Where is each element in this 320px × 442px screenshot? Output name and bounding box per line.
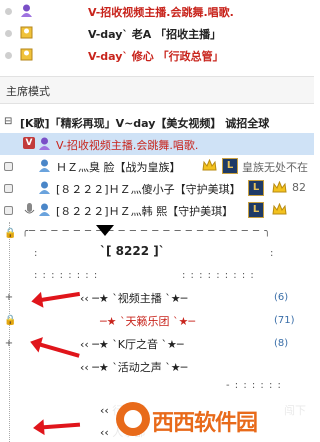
lock-icon <box>4 184 13 193</box>
status-dot-icon <box>5 8 12 15</box>
channel-name: [K歌]「精彩再现」V~day【美女视频】 诚招全球 <box>20 117 270 130</box>
user-avatar-icon <box>39 203 50 216</box>
collapse-icon[interactable]: ⊟ <box>4 116 12 127</box>
top-user-list: V-招收视频主播.会跳舞.唱歌. V-day` 老A 「招收主播」 V-day`… <box>0 0 314 76</box>
channel-row[interactable]: ⊟ [K歌]「精彩再现」V~day【美女视频】 诚招全球 <box>0 111 314 133</box>
tree-guide-line <box>9 222 10 442</box>
top-list-item[interactable]: V-day` 修心 「行政总管」 <box>0 46 314 65</box>
tree-dotted-rule: : : : : : : : : <box>34 270 99 281</box>
status-dot-icon <box>5 30 12 37</box>
top-list-name: V-day` 老A 「招收主播」 <box>88 28 222 41</box>
lol-game-icon: L <box>248 202 264 218</box>
tree-dotted-rule: - : : : : : : <box>226 380 282 391</box>
crown-icon <box>202 159 217 171</box>
top-list-name: V-day` 修心 「行政总管」 <box>88 50 224 63</box>
vip-badge-icon: V <box>23 137 35 149</box>
lol-game-icon: L <box>248 180 264 196</box>
member-tail-text: 皇族无处不在 <box>242 161 308 174</box>
top-list-name: V-招收视频主播.会跳舞.唱歌. <box>88 6 234 19</box>
tree-frame-side: : <box>270 248 275 259</box>
mode-label: 主席模式 <box>6 85 50 98</box>
dropdown-arrow-icon[interactable] <box>96 225 114 236</box>
tree-node[interactable]: ‹‹ ─★ `K厅之音 `★─ <box>80 336 183 352</box>
member-name: V-招收视频主播.会跳舞.唱歌. <box>56 139 199 152</box>
purple-avatar-icon <box>21 4 32 17</box>
watermark-overlay: 西西软件园 <box>112 400 314 442</box>
tree-node-count: (8) <box>274 338 289 349</box>
tree-node[interactable]: ‹‹ ─★ `视频主播 `★─ <box>80 290 187 306</box>
tree-node-count: (71) <box>274 315 295 326</box>
tree-header-title: `[ 8222 ]` <box>100 244 165 258</box>
gold-avatar-icon <box>20 26 33 39</box>
status-dot-icon <box>5 52 12 59</box>
lol-game-icon: L <box>222 158 238 174</box>
top-list-item[interactable]: V-招收视频主播.会跳舞.唱歌. <box>0 2 314 21</box>
watermark-text: 西西软件园 <box>152 411 258 436</box>
tree-frame-top: ╭─ ─ ─ ─ ─ ─ ─ ─ ─ ─ ─ ─ ─ ─ ─ ─ ─ ─ ─ ─… <box>22 226 272 237</box>
tree-frame-side: : <box>34 248 39 259</box>
tree-node[interactable]: ‹‹ ─★ `活动之声 `★─ <box>80 359 187 375</box>
lock-icon <box>4 162 13 171</box>
tree-node[interactable]: ─★ `天籁乐团 `★─ <box>100 313 195 329</box>
member-name: [８２２２]ＨＺ灬傻小子【守护美琪】 <box>56 183 241 196</box>
watermark-logo-icon <box>116 402 150 436</box>
tree-node-count: (6) <box>274 292 289 303</box>
member-row[interactable]: ＨＺ灬臭 脸【战为皇族】 L 皇族无处不在 <box>0 155 314 177</box>
lock-icon <box>4 206 13 215</box>
member-row[interactable]: V V-招收视频主播.会跳舞.唱歌. <box>0 133 314 155</box>
member-name: ＨＺ灬臭 脸【战为皇族】 <box>56 161 181 174</box>
purple-avatar-icon <box>39 137 50 150</box>
gold-avatar-icon <box>20 48 33 61</box>
mode-bar: 主席模式 <box>0 76 314 104</box>
expand-icon[interactable]: + <box>4 293 14 303</box>
member-tail-text: 82 <box>292 181 306 194</box>
crown-icon <box>272 203 287 215</box>
member-row[interactable]: [８２２２]ＨＺ灬韩 熙【守护美琪】 L <box>0 199 314 221</box>
tree-dotted-rule: : : : : : : : : : <box>182 270 255 281</box>
crown-icon <box>272 181 287 193</box>
mic-icon <box>24 203 35 214</box>
user-avatar-icon <box>39 159 50 172</box>
user-avatar-icon <box>39 181 50 194</box>
lock-icon: 🔒 <box>4 228 17 239</box>
lock-icon: 🔒 <box>4 315 17 326</box>
top-list-item[interactable]: V-day` 老A 「招收主播」 <box>0 24 314 43</box>
member-row[interactable]: [８２２２]ＨＺ灬傻小子【守护美琪】 L 82 <box>0 177 314 199</box>
expand-icon[interactable]: + <box>4 339 14 349</box>
member-name: [８２２２]ＨＺ灬韩 熙【守护美琪】 <box>56 205 234 218</box>
